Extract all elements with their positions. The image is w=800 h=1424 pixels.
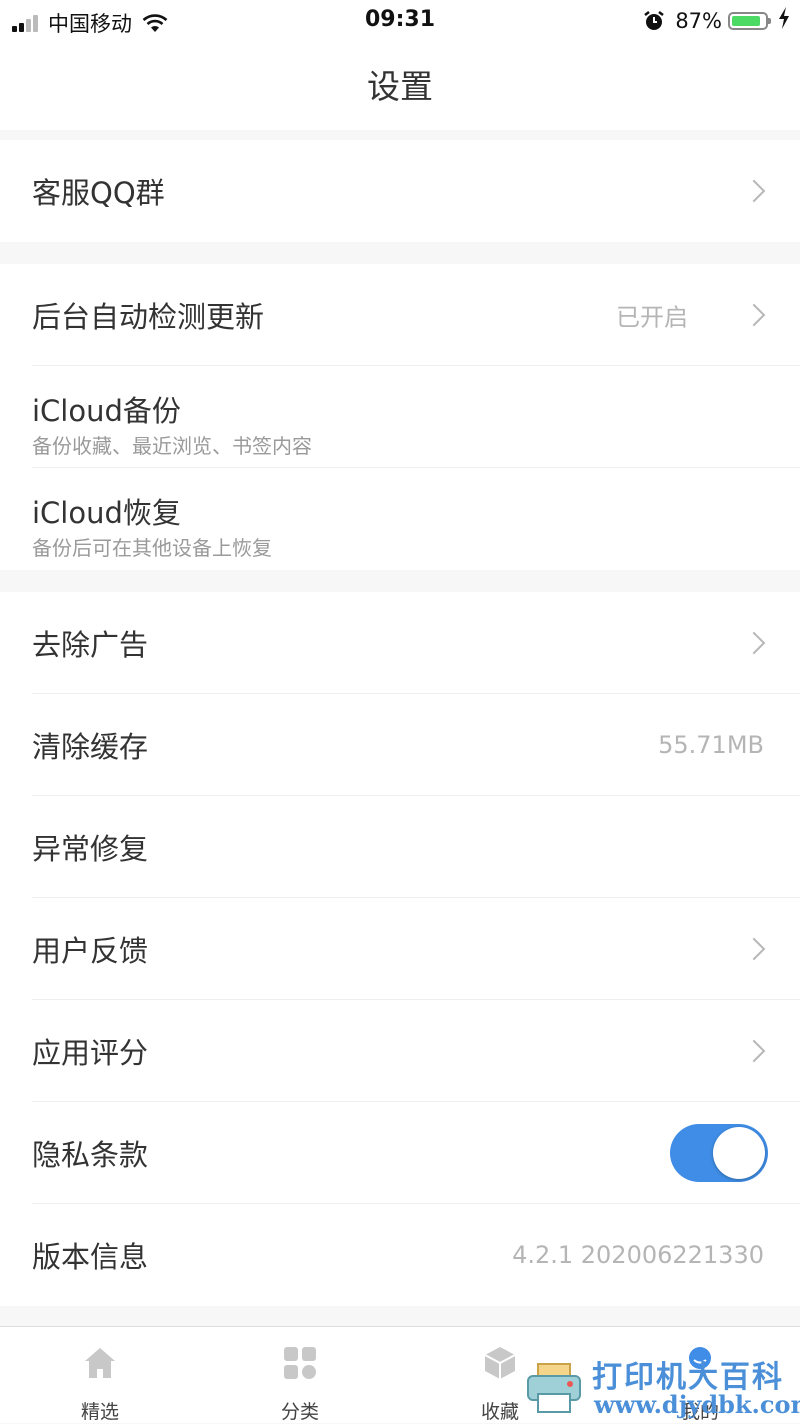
nav-bar: 设置: [0, 40, 800, 130]
setting-value: 55.71MB: [658, 731, 764, 759]
setting-subtitle: 备份后可在其他设备上恢复: [32, 536, 272, 560]
setting-label: 客服QQ群: [32, 176, 165, 210]
setting-label: 用户反馈: [32, 934, 149, 968]
printer-icon: [527, 1363, 581, 1413]
battery-icon: [728, 11, 771, 30]
setting-label: 隐私条款: [32, 1138, 149, 1172]
settings-group-general: 去除广告 清除缓存 55.71MB 异常修复 用户反馈 应用评分 隐私条款 版本…: [0, 592, 800, 1306]
chevron-right-icon: [742, 1039, 766, 1063]
setting-value: 4.2.1 202006221330: [512, 1241, 764, 1269]
setting-row-icloud-restore[interactable]: iCloud恢复 备份后可在其他设备上恢复: [0, 468, 800, 570]
page-title: 设置: [367, 67, 433, 106]
watermark-url: www.djydbk.com: [594, 1390, 800, 1419]
setting-row-repair[interactable]: 异常修复: [0, 796, 800, 898]
watermark: 打印机大百科 www.djydbk.com: [520, 1346, 800, 1422]
tab-label: 分类: [280, 1401, 319, 1423]
tab-categories[interactable]: 分类: [200, 1327, 400, 1423]
grid-icon: [284, 1347, 316, 1379]
setting-label: 版本信息: [32, 1240, 149, 1274]
setting-row-feedback[interactable]: 用户反馈: [0, 898, 800, 1000]
setting-value: 已开启: [616, 303, 688, 332]
chevron-right-icon: [742, 631, 766, 655]
chevron-right-icon: [742, 179, 766, 203]
setting-row-rate-app[interactable]: 应用评分: [0, 1000, 800, 1102]
toggle-knob: [713, 1127, 765, 1179]
tab-featured[interactable]: 精选: [0, 1327, 200, 1423]
chevron-right-icon: [742, 937, 766, 961]
cube-icon: [484, 1347, 516, 1379]
setting-label: iCloud恢复: [32, 496, 181, 530]
setting-label: iCloud备份: [32, 394, 181, 428]
charging-bolt-icon: [778, 7, 790, 34]
alarm-icon: [643, 10, 665, 32]
status-right: 87%: [643, 7, 790, 34]
setting-row-clear-cache[interactable]: 清除缓存 55.71MB: [0, 694, 800, 796]
setting-label: 异常修复: [32, 832, 149, 866]
home-icon: [85, 1348, 115, 1378]
setting-row-remove-ads[interactable]: 去除广告: [0, 592, 800, 694]
setting-row-auto-update[interactable]: 后台自动检测更新 已开启: [0, 264, 800, 366]
setting-row-qq-group[interactable]: 客服QQ群: [0, 140, 800, 242]
setting-label: 去除广告: [32, 628, 149, 662]
settings-group-sync: 后台自动检测更新 已开启 iCloud备份 备份收藏、最近浏览、书签内容 iCl…: [0, 264, 800, 570]
settings-group-support: 客服QQ群: [0, 140, 800, 242]
status-bar: 中国移动 09:31 87%: [0, 0, 800, 40]
battery-percent: 87%: [675, 8, 722, 33]
setting-subtitle: 备份收藏、最近浏览、书签内容: [32, 434, 312, 458]
setting-row-version[interactable]: 版本信息 4.2.1 202006221330: [0, 1204, 800, 1306]
chevron-right-icon: [742, 303, 766, 327]
setting-label: 应用评分: [32, 1036, 149, 1070]
setting-row-icloud-backup[interactable]: iCloud备份 备份收藏、最近浏览、书签内容: [0, 366, 800, 468]
setting-label: 清除缓存: [32, 730, 149, 764]
setting-label: 后台自动检测更新: [32, 300, 265, 334]
tab-label: 精选: [80, 1401, 119, 1423]
privacy-toggle[interactable]: [670, 1124, 768, 1182]
setting-row-privacy: 隐私条款: [0, 1102, 800, 1204]
